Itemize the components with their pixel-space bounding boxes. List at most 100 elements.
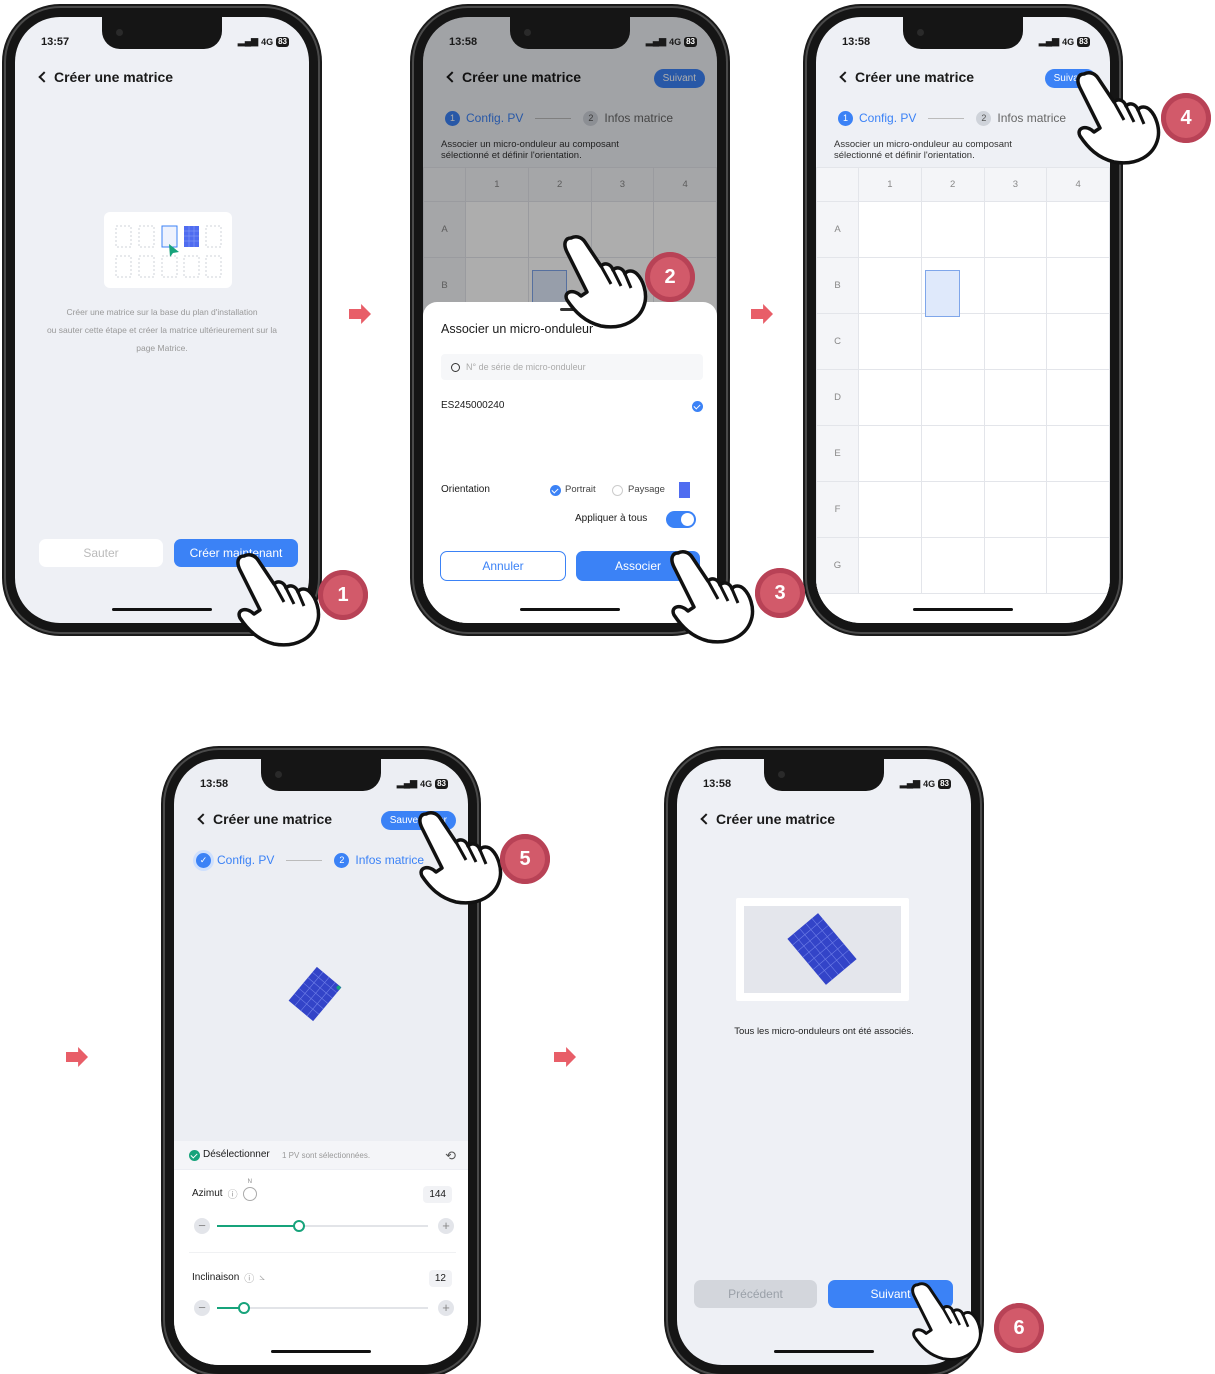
chevron-left-icon: [197, 813, 209, 825]
row-header: D: [816, 369, 859, 426]
tilt-minus-button[interactable]: −: [194, 1300, 210, 1316]
azimuth-slider-knob[interactable]: [293, 1220, 305, 1232]
nav-bar: Créer une matrice Suivant: [816, 69, 1110, 89]
flow-arrow-icon: [751, 304, 773, 324]
search-placeholder: N° de série de micro-onduleur: [466, 362, 586, 372]
hand-pointer-icon: [236, 553, 321, 647]
home-indicator: [112, 608, 212, 611]
step-divider: [928, 117, 965, 119]
battery-icon: 83: [435, 778, 448, 789]
home-indicator: [520, 608, 620, 611]
result-preview: [736, 898, 909, 1001]
step-badge-1: 1: [318, 570, 368, 620]
orientation-label: Orientation: [441, 484, 490, 495]
network-label: 4G: [923, 778, 936, 789]
previous-button[interactable]: Précédent: [694, 1280, 817, 1308]
info-text: Créer une matrice sur la base du plan d'…: [46, 307, 278, 353]
search-icon: [451, 362, 460, 372]
step-2-number: 2: [976, 110, 992, 126]
landscape-label: Paysage: [628, 484, 665, 495]
panel-preview: [285, 964, 345, 1024]
row-header: E: [816, 425, 859, 482]
reset-icon[interactable]: ⟲: [445, 1148, 456, 1164]
selected-panel-cell[interactable]: [925, 270, 960, 317]
apply-all-toggle[interactable]: [666, 511, 696, 528]
deselect-button[interactable]: Désélectionner: [203, 1149, 270, 1160]
status-time: 13:58: [842, 36, 871, 48]
signal-icon: ▂▄▆ 4G 83: [1038, 36, 1090, 47]
tilt-value[interactable]: 12: [428, 1270, 452, 1287]
signal-icon: ▂▄▆ 4G 83: [645, 36, 697, 47]
azimuth-slider-fill: [217, 1225, 299, 1227]
completion-message: Tous les micro-onduleurs ont été associé…: [734, 1026, 914, 1037]
stepper: 1 Config. PV 2 Infos matrice: [838, 107, 1100, 129]
tilt-plus-button[interactable]: +: [438, 1300, 454, 1316]
portrait-radio[interactable]: [550, 485, 561, 496]
compass-icon: N: [242, 1179, 257, 1201]
back-button[interactable]: Créer une matrice: [699, 811, 835, 827]
home-indicator: [774, 1350, 874, 1353]
skip-button[interactable]: Sauter: [39, 539, 163, 567]
signal-icon: ▂▄▆ 4G 83: [237, 36, 289, 47]
portrait-label: Portrait: [565, 484, 596, 495]
back-button[interactable]: Créer une matrice: [838, 69, 974, 85]
step-2-label: Infos matrice: [997, 111, 1067, 125]
network-label: 4G: [1062, 36, 1075, 47]
check-icon[interactable]: [692, 401, 703, 412]
settings-panel: Azimut ⓘ N 144 − + Inclinaison ⓘ ⦣ 12 − +: [174, 1170, 468, 1365]
status-bar: 13:57 ▂▄▆ 4G 83: [15, 30, 309, 52]
hand-pointer-icon: [1076, 71, 1161, 165]
col-header: 1: [858, 167, 922, 202]
help-icon[interactable]: ⓘ: [244, 1270, 254, 1285]
battery-icon: 83: [1077, 36, 1090, 47]
network-label: 4G: [669, 36, 682, 47]
status-bar: 13:58 ▂▄▆ 4G 83: [677, 772, 971, 794]
network-label: 4G: [420, 778, 433, 789]
step-1-check-icon: ✓: [196, 852, 211, 868]
search-input[interactable]: N° de série de micro-onduleur: [441, 354, 703, 380]
page-title: Créer une matrice: [855, 69, 975, 85]
col-header: 3: [983, 167, 1048, 202]
status-time: 13:58: [200, 778, 229, 790]
signal-icon: ▂▄▆ 4G 83: [899, 778, 951, 789]
azimuth-value[interactable]: 144: [423, 1186, 452, 1203]
hand-pointer-icon: [911, 1282, 982, 1361]
back-button[interactable]: Créer une matrice: [37, 69, 173, 85]
signal-icon: ▂▄▆ 4G 83: [396, 778, 448, 789]
divider: [189, 1252, 456, 1253]
help-icon[interactable]: ⓘ: [228, 1186, 238, 1201]
azimuth-plus-button[interactable]: +: [438, 1218, 454, 1234]
step-badge-6: 6: [994, 1303, 1044, 1353]
step-2-number: 2: [334, 852, 350, 868]
hand-pointer-icon: [670, 550, 755, 644]
flow-arrow-icon: [554, 1047, 576, 1067]
back-button[interactable]: Créer une matrice: [196, 811, 332, 827]
azimuth-label: Azimut ⓘ N: [192, 1179, 257, 1201]
step-badge-3: 3: [755, 568, 805, 618]
step-divider: [286, 859, 323, 861]
step-badge-5: 5: [500, 834, 550, 884]
tilt-slider-knob[interactable]: [238, 1302, 250, 1314]
hand-pointer-icon: [418, 811, 503, 905]
screen: 13:58 ▂▄▆ 4G 83 Créer une matrice Suivan…: [816, 17, 1110, 623]
selection-bar: Désélectionner 1 PV sont sélectionnées. …: [174, 1141, 468, 1169]
nav-bar: Créer une matrice: [15, 69, 309, 89]
phone-step-1: 13:57 ▂▄▆ 4G 83 Créer une matrice Créer …: [6, 8, 318, 632]
angle-icon: ⦣: [259, 1272, 266, 1283]
cancel-button[interactable]: Annuler: [440, 551, 566, 581]
azimuth-minus-button[interactable]: −: [194, 1218, 210, 1234]
row-header: F: [816, 481, 859, 538]
check-icon: [189, 1150, 200, 1161]
matrix-illustration: [104, 212, 232, 288]
chevron-left-icon: [38, 71, 50, 83]
preview-canvas: [744, 906, 901, 993]
battery-icon: 83: [684, 36, 697, 47]
status-bar: 13:58 ▂▄▆ 4G 83: [174, 772, 468, 794]
flow-arrow-icon: [349, 304, 371, 324]
status-bar: 13:58 ▂▄▆ 4G 83: [816, 30, 1110, 52]
status-time: 13:58: [449, 36, 478, 48]
hand-pointer-icon: [563, 235, 648, 329]
serial-item[interactable]: ES245000240: [441, 400, 504, 411]
battery-icon: 83: [276, 36, 289, 47]
landscape-radio[interactable]: [612, 485, 623, 496]
